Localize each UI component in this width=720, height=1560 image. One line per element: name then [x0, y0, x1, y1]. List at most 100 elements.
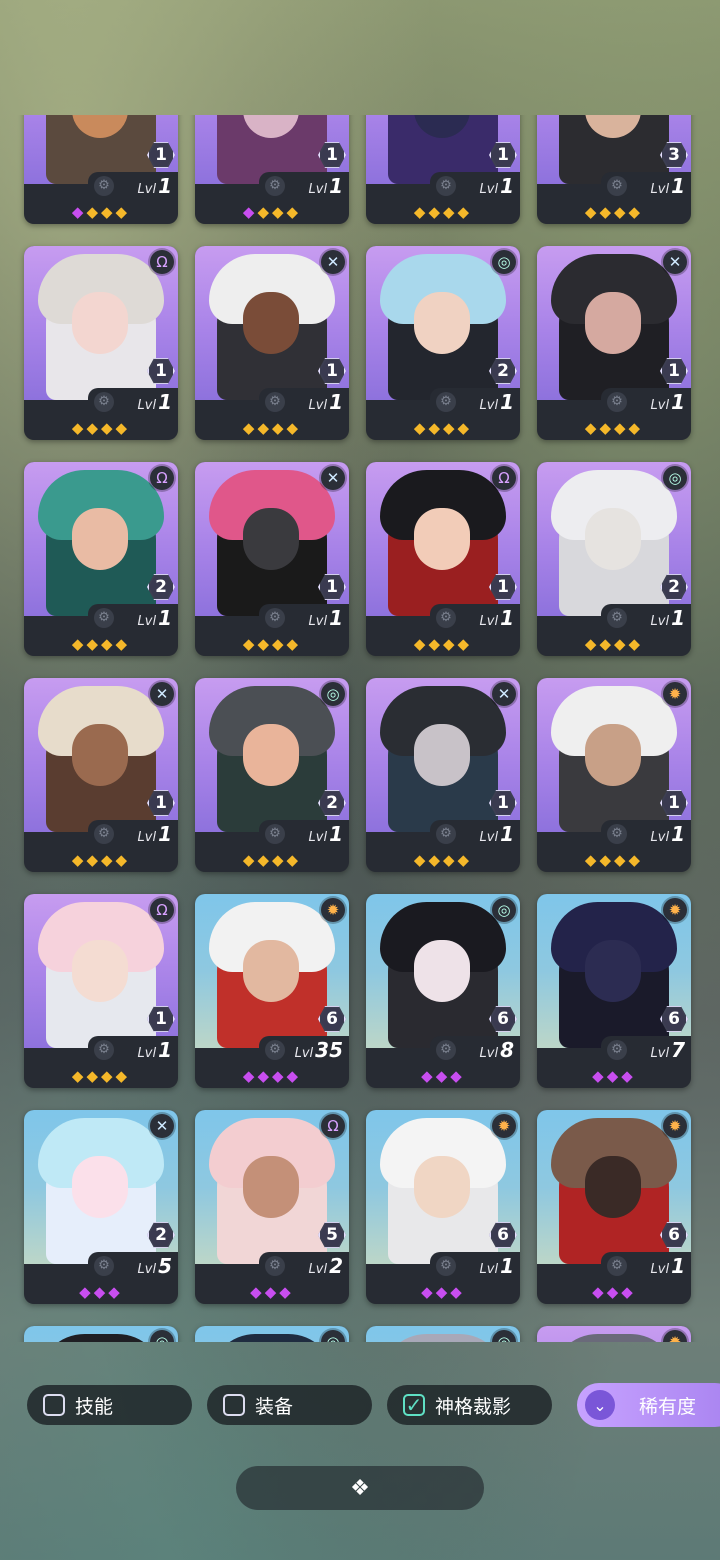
hero-card[interactable]: ◎ 2 ⚙ Lvl 1 ◆◆◆◆: [195, 678, 349, 872]
hero-grid-scroll[interactable]: Ω1⚙Lvl1◆◆◆◆Ω1⚙Lvl1◆◆◆◆Ω1⚙Lvl1◆◆◆◆Ω3⚙Lvl1…: [0, 115, 720, 1342]
hero-level: Lvl 1: [309, 606, 343, 630]
gold-gem-icon: ◆: [272, 419, 287, 437]
skill-filter-label: 技能: [75, 1395, 114, 1418]
hero-card[interactable]: Ω1⚙Lvl1◆◆◆◆: [24, 115, 178, 224]
gear-icon: ⚙: [607, 176, 627, 196]
hero-card[interactable]: ✹ 6 ⚙ Lvl 7 ◆◆◆: [537, 894, 691, 1088]
hero-card[interactable]: ✹ 6 ⚙ Lvl 1 ◆◆◆: [537, 1110, 691, 1304]
hero-card[interactable]: Ω1⚙Lvl1◆◆◆◆: [366, 115, 520, 224]
rarity-gems: ◆◆◆◆: [366, 418, 520, 438]
portrait-face: [72, 1156, 128, 1218]
hero-card[interactable]: ◎: [366, 1326, 520, 1342]
rarity-gems: ◆◆◆: [537, 1066, 691, 1086]
hero-card[interactable]: ✕ 1 ⚙ Lvl 1 ◆◆◆◆: [537, 246, 691, 440]
gear-icon: ⚙: [265, 1256, 285, 1276]
portrait-hair: [38, 1334, 164, 1342]
hero-level: Lvl 1: [651, 390, 685, 414]
purple-gem-icon: ◆: [606, 1283, 622, 1301]
hero-card[interactable]: ◎ 2 ⚙ Lvl 1 ◆◆◆◆: [537, 462, 691, 656]
gold-gem-icon: ◆: [599, 419, 614, 437]
gold-gem-icon: ◆: [628, 851, 644, 869]
gear-icon: ⚙: [94, 824, 114, 844]
gear-icon: ⚙: [607, 1040, 627, 1060]
hero-card[interactable]: Ω1⚙Lvl1◆◆◆◆: [24, 246, 178, 440]
hero-card[interactable]: ✕ 1 ⚙ Lvl 1 ◆◆◆◆: [366, 678, 520, 872]
storm-icon: ◎: [321, 682, 345, 706]
hero-card[interactable]: ◎ 6 ⚙ Lvl 8 ◆◆◆: [366, 894, 520, 1088]
hero-card[interactable]: Ω 2 ⚙ Lvl 1 ◆◆◆◆: [24, 462, 178, 656]
purple-gem-icon: ◆: [606, 1067, 622, 1085]
skill-filter-toggle[interactable]: 技能: [27, 1385, 192, 1425]
gold-gem-icon: ◆: [257, 635, 272, 653]
hero-card[interactable]: ✕ 1 ⚙ Lvl 1 ◆◆◆◆: [195, 246, 349, 440]
nexus-icon: ✕: [150, 682, 174, 706]
hero-level: Lvl 35: [295, 1038, 343, 1062]
hero-card[interactable]: ◎: [195, 1326, 349, 1342]
solar-icon: ✹: [663, 682, 687, 706]
divinity-filter-toggle[interactable]: ✓ 神格裁影: [387, 1385, 552, 1425]
portrait-face: [243, 1156, 299, 1218]
hero-card[interactable]: ✕ 1 ⚙ Lvl 1 ◆◆◆◆: [24, 678, 178, 872]
portrait-face: [585, 292, 641, 354]
level-value: 1: [671, 606, 685, 630]
void-icon: Ω: [492, 466, 516, 490]
level-label: Lvl: [137, 830, 157, 845]
hero-card[interactable]: ✕ 2 ⚙ Lvl 5 ◆◆◆: [24, 1110, 178, 1304]
hero-card[interactable]: Ω3⚙Lvl1◆◆◆◆: [537, 115, 691, 224]
hero-card[interactable]: ✹ 6 ⚙ Lvl 1 ◆◆◆: [366, 1110, 520, 1304]
gold-gem-icon: ◆: [86, 203, 101, 221]
gold-gem-icon: ◆: [457, 635, 473, 653]
hero-card[interactable]: ◎: [24, 1326, 178, 1342]
gold-gem-icon: ◆: [242, 851, 258, 869]
level-value: 1: [158, 390, 172, 414]
hero-card[interactable]: ✹ 6 ⚙ Lvl 35 ◆◆◆◆: [195, 894, 349, 1088]
level-label: Lvl: [137, 614, 157, 629]
collapse-button[interactable]: ❖: [236, 1466, 484, 1510]
rarity-gems: ◆◆◆◆: [24, 634, 178, 654]
level-value: 1: [500, 606, 514, 630]
rarity-sort-button[interactable]: ⌄ 稀有度: [577, 1383, 720, 1427]
gold-gem-icon: ◆: [242, 635, 258, 653]
gold-gem-icon: ◆: [115, 635, 131, 653]
gear-icon: ⚙: [265, 392, 285, 412]
gold-gem-icon: ◆: [599, 851, 614, 869]
purple-gem-icon: ◆: [435, 1283, 451, 1301]
rarity-gems: ◆◆◆◆: [195, 418, 349, 438]
hero-level: Lvl 5: [138, 1254, 172, 1278]
level-value: 1: [500, 174, 514, 198]
gold-gem-icon: ◆: [614, 635, 629, 653]
level-value: 1: [158, 174, 172, 198]
hero-card[interactable]: Ω1⚙Lvl1◆◆◆◆: [366, 462, 520, 656]
gold-gem-icon: ◆: [457, 203, 473, 221]
portrait-face: [414, 508, 470, 570]
hero-level: Lvl 1: [480, 174, 514, 198]
hero-card[interactable]: Ω 5 ⚙ Lvl 2 ◆◆◆: [195, 1110, 349, 1304]
hero-level: Lvl 8: [480, 1038, 514, 1062]
purple-gem-icon: ◆: [79, 1283, 94, 1301]
level-label: Lvl: [137, 398, 157, 413]
level-value: 2: [329, 1254, 343, 1278]
rarity-gems: ◆◆◆◆: [24, 418, 178, 438]
gold-gem-icon: ◆: [614, 203, 629, 221]
equipment-filter-toggle[interactable]: 装备: [207, 1385, 372, 1425]
gold-gem-icon: ◆: [428, 203, 443, 221]
portrait-face: [72, 292, 128, 354]
level-label: Lvl: [308, 398, 328, 413]
rarity-gems: ◆◆◆◆: [537, 850, 691, 870]
portrait-hair: [551, 1334, 677, 1342]
hero-card[interactable]: ◎ 2 ⚙ Lvl 1 ◆◆◆◆: [366, 246, 520, 440]
level-label: Lvl: [479, 830, 499, 845]
equipment-filter-label: 装备: [255, 1395, 294, 1418]
gold-gem-icon: ◆: [628, 203, 644, 221]
rarity-gems: ◆◆◆◆: [537, 634, 691, 654]
hero-level: Lvl 1: [651, 606, 685, 630]
gold-gem-icon: ◆: [272, 203, 287, 221]
hero-card[interactable]: ✹ 1 ⚙ Lvl 1 ◆◆◆◆: [537, 678, 691, 872]
hero-card[interactable]: ✕ 1 ⚙ Lvl 1 ◆◆◆◆: [195, 462, 349, 656]
hero-level: Lvl 1: [309, 174, 343, 198]
gear-icon: ⚙: [436, 392, 456, 412]
hero-card[interactable]: ✹: [537, 1326, 691, 1342]
gold-gem-icon: ◆: [272, 851, 287, 869]
hero-card[interactable]: Ω1⚙Lvl1◆◆◆◆: [195, 115, 349, 224]
hero-card[interactable]: Ω1⚙Lvl1◆◆◆◆: [24, 894, 178, 1088]
